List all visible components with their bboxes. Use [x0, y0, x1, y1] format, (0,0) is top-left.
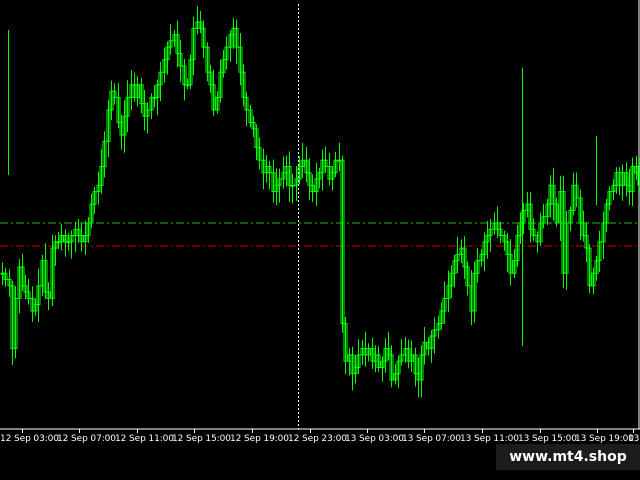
x-tick-label: 13 Sep 15:00 — [518, 434, 577, 444]
watermark: www.mt4.shop — [496, 444, 640, 470]
x-tick-label: 12 Sep 03:00 — [0, 434, 59, 444]
x-tick-label: 13 Sep 03:00 — [345, 434, 404, 444]
x-tick-label: 13 Sep 11:00 — [460, 434, 519, 444]
x-tick-label: 13 Sep 19:00 — [575, 434, 634, 444]
x-tick-label: 13 — [628, 434, 640, 444]
x-tick-label: 12 Sep 07:00 — [57, 434, 116, 444]
candle-body — [290, 184, 295, 187]
x-tick-label: 12 Sep 19:00 — [230, 434, 289, 444]
x-tick-label: 12 Sep 11:00 — [115, 434, 174, 444]
x-tick-label: 12 Sep 15:00 — [172, 434, 231, 444]
chart-canvas[interactable] — [0, 0, 640, 480]
price-chart[interactable]: 12 Sep 03:00 12 Sep 07:00 12 Sep 11:00 12 S… — [0, 0, 640, 480]
bottom-bar — [0, 470, 640, 480]
x-tick-label: 12 Sep 23:00 — [288, 434, 347, 444]
x-tick-label: 13 Sep 07:00 — [402, 434, 461, 444]
